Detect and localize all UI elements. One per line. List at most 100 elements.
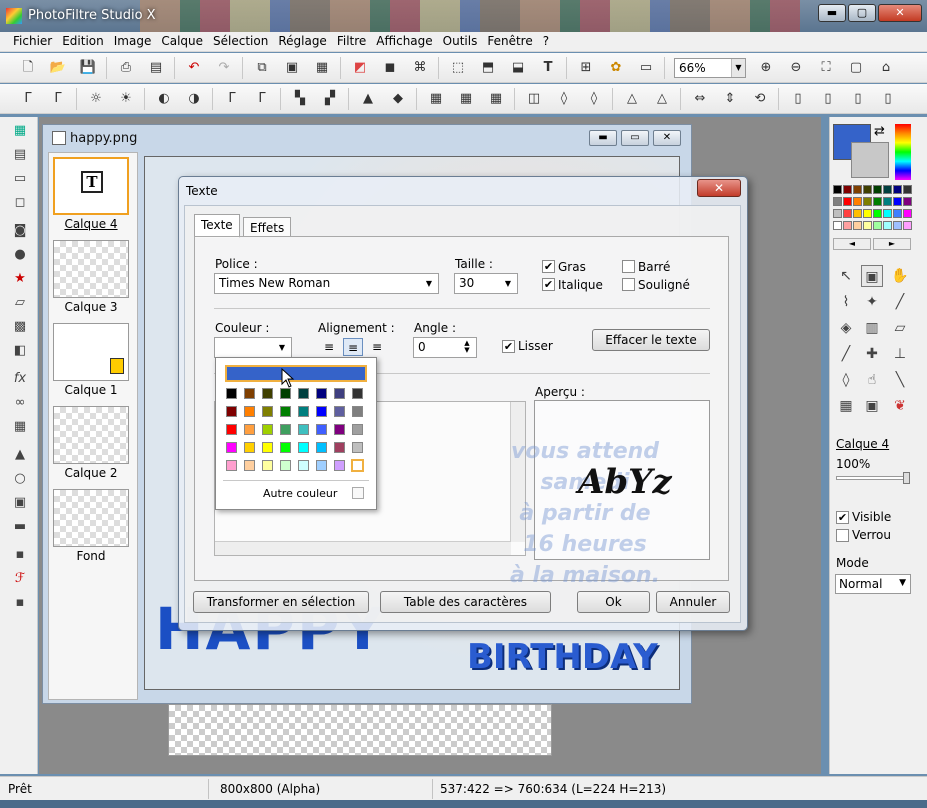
tv-icon[interactable]: ◙	[10, 221, 30, 241]
doc-maximize-button[interactable]: ▭	[621, 130, 649, 146]
align-left-icon[interactable]: ≡	[319, 338, 339, 356]
grid-icon[interactable]: ▣	[10, 493, 30, 513]
menu-reglage[interactable]: Réglage	[273, 32, 332, 50]
advanced-brush-icon[interactable]: ✚	[861, 343, 883, 365]
menu-filtre[interactable]: Filtre	[332, 32, 371, 50]
auto-contrast-icon[interactable]: Γ	[48, 89, 68, 109]
histogram-icon[interactable]: ▲	[10, 445, 30, 465]
menu-fichier[interactable]: Fichier	[8, 32, 57, 50]
zoom-out-icon[interactable]: ⊖	[786, 58, 806, 78]
souligne-checkbox[interactable]	[622, 278, 635, 291]
explorer-icon[interactable]: ⊞	[576, 58, 596, 78]
swap-colors-icon[interactable]: ⇄	[874, 124, 885, 139]
palette-next-button[interactable]: ►	[873, 238, 911, 250]
saturation-minus-icon[interactable]: ▚	[290, 89, 310, 109]
blur-icon[interactable]: ▲	[358, 89, 378, 109]
zoom-select[interactable]: 66% ▼	[674, 58, 746, 78]
menu-help[interactable]: ?	[538, 32, 554, 50]
photo-icon[interactable]: ▣	[861, 395, 883, 417]
gamma-plus-icon[interactable]: Γ	[252, 89, 272, 109]
align-center-icon[interactable]: ≡	[343, 338, 363, 356]
selection-icon[interactable]: ▣	[861, 265, 883, 287]
print-icon[interactable]: ⎙	[116, 58, 136, 78]
stamp-icon[interactable]: ⊥	[889, 343, 911, 365]
brightness-minus-icon[interactable]: ☼	[86, 89, 106, 109]
gras-checkbox[interactable]: ✔	[542, 260, 555, 273]
eraser-icon[interactable]: ▱	[889, 317, 911, 339]
align-right-icon[interactable]: ≡	[367, 338, 387, 356]
page-4-icon[interactable]: ▯	[878, 89, 898, 109]
pointer-icon[interactable]: ↖	[835, 265, 857, 287]
canvas-size-icon[interactable]: ⬒	[478, 58, 498, 78]
size-select[interactable]: 30 ▼	[454, 273, 518, 294]
minimize-button[interactable]: ▬	[818, 4, 846, 22]
scan-icon[interactable]: ▤	[146, 58, 166, 78]
line-icon[interactable]: ╱	[889, 291, 911, 313]
text-horizontal-scrollbar[interactable]	[215, 541, 511, 555]
barre-checkbox[interactable]	[622, 260, 635, 273]
color-grid[interactable]	[226, 388, 370, 474]
layer-thumb-calque-3[interactable]	[53, 240, 129, 298]
triangle-1-icon[interactable]: △	[622, 89, 642, 109]
mirror-h-icon[interactable]: ⇔	[690, 89, 710, 109]
layer-thumb-fond[interactable]	[53, 489, 129, 547]
redo-icon[interactable]: ↷	[214, 58, 234, 78]
fill-icon[interactable]: ◧	[10, 341, 30, 361]
pattern-icon[interactable]: ▦	[835, 395, 857, 417]
drop-icon[interactable]: ◊	[554, 89, 574, 109]
sphere-icon[interactable]: ●	[10, 245, 30, 265]
function-icon[interactable]: fx	[10, 369, 30, 389]
ball-icon[interactable]: ○	[10, 469, 30, 489]
font-select[interactable]: Times New Roman ▼	[214, 273, 439, 294]
opacity-slider[interactable]	[836, 476, 910, 480]
more-colors-label[interactable]: Autre couleur	[263, 487, 337, 500]
zoom-in-icon[interactable]: ⊕	[756, 58, 776, 78]
grid-filter-3-icon[interactable]: ▦	[486, 89, 506, 109]
image-size-icon[interactable]: ⬚	[448, 58, 468, 78]
close-button[interactable]: ✕	[878, 4, 922, 22]
film-icon[interactable]: ▤	[10, 145, 30, 165]
selected-color-swatch[interactable]	[225, 365, 367, 382]
star-icon[interactable]: ★	[10, 269, 30, 289]
color-mode-icon[interactable]: ◩	[350, 58, 370, 78]
plugin-icon[interactable]: ✿	[606, 58, 626, 78]
text-tool-icon[interactable]: T	[538, 58, 558, 78]
contrast-minus-icon[interactable]: ◐	[154, 89, 174, 109]
strawberry-icon[interactable]: ❦	[889, 395, 911, 417]
lisser-checkbox[interactable]: ✔	[502, 340, 515, 353]
color-palette[interactable]	[833, 185, 912, 235]
menu-image[interactable]: Image	[109, 32, 157, 50]
clear-text-button[interactable]: Effacer le texte	[592, 329, 710, 351]
fit-window-icon[interactable]: ▢	[846, 58, 866, 78]
more-colors-box[interactable]	[352, 487, 364, 499]
page-icon[interactable]: ▱	[10, 293, 30, 313]
transparency-icon[interactable]: ⌘	[410, 58, 430, 78]
menu-edition[interactable]: Edition	[57, 32, 109, 50]
circles-icon[interactable]: ∞	[10, 393, 30, 413]
menu-outils[interactable]: Outils	[438, 32, 483, 50]
mirror-v-icon[interactable]: ⇕	[720, 89, 740, 109]
angle-spinner[interactable]: 0 ▲ ▼	[413, 337, 477, 358]
page-3-icon[interactable]: ▯	[848, 89, 868, 109]
hand-icon[interactable]: ✋	[889, 265, 911, 287]
monitor-icon[interactable]: ▭	[10, 169, 30, 189]
sharpen-icon[interactable]: ◆	[388, 89, 408, 109]
square-icon[interactable]: ◻	[10, 193, 30, 213]
triangle-2-icon[interactable]: △	[652, 89, 672, 109]
drops-icon[interactable]: ◊	[584, 89, 604, 109]
paste-icon[interactable]: ▣	[282, 58, 302, 78]
open-folder-icon[interactable]: 📂	[48, 58, 68, 78]
finger-icon[interactable]: ☝	[861, 369, 883, 391]
brightness-plus-icon[interactable]: ☀	[116, 89, 136, 109]
brush-icon[interactable]: ╱	[835, 343, 857, 365]
cancel-button[interactable]: Annuler	[656, 591, 730, 613]
layer-thumb-calque-4[interactable]: T	[53, 157, 129, 215]
color-spectrum[interactable]	[895, 124, 911, 180]
undo-icon[interactable]: ↶	[184, 58, 204, 78]
italique-checkbox[interactable]: ✔	[542, 278, 555, 291]
blur-drop-icon[interactable]: ◊	[835, 369, 857, 391]
fullscreen-icon[interactable]: ⌂	[876, 58, 896, 78]
paste-new-icon[interactable]: ▦	[312, 58, 332, 78]
tab-effets[interactable]: Effets	[243, 217, 292, 237]
flip-icon[interactable]: ◫	[524, 89, 544, 109]
